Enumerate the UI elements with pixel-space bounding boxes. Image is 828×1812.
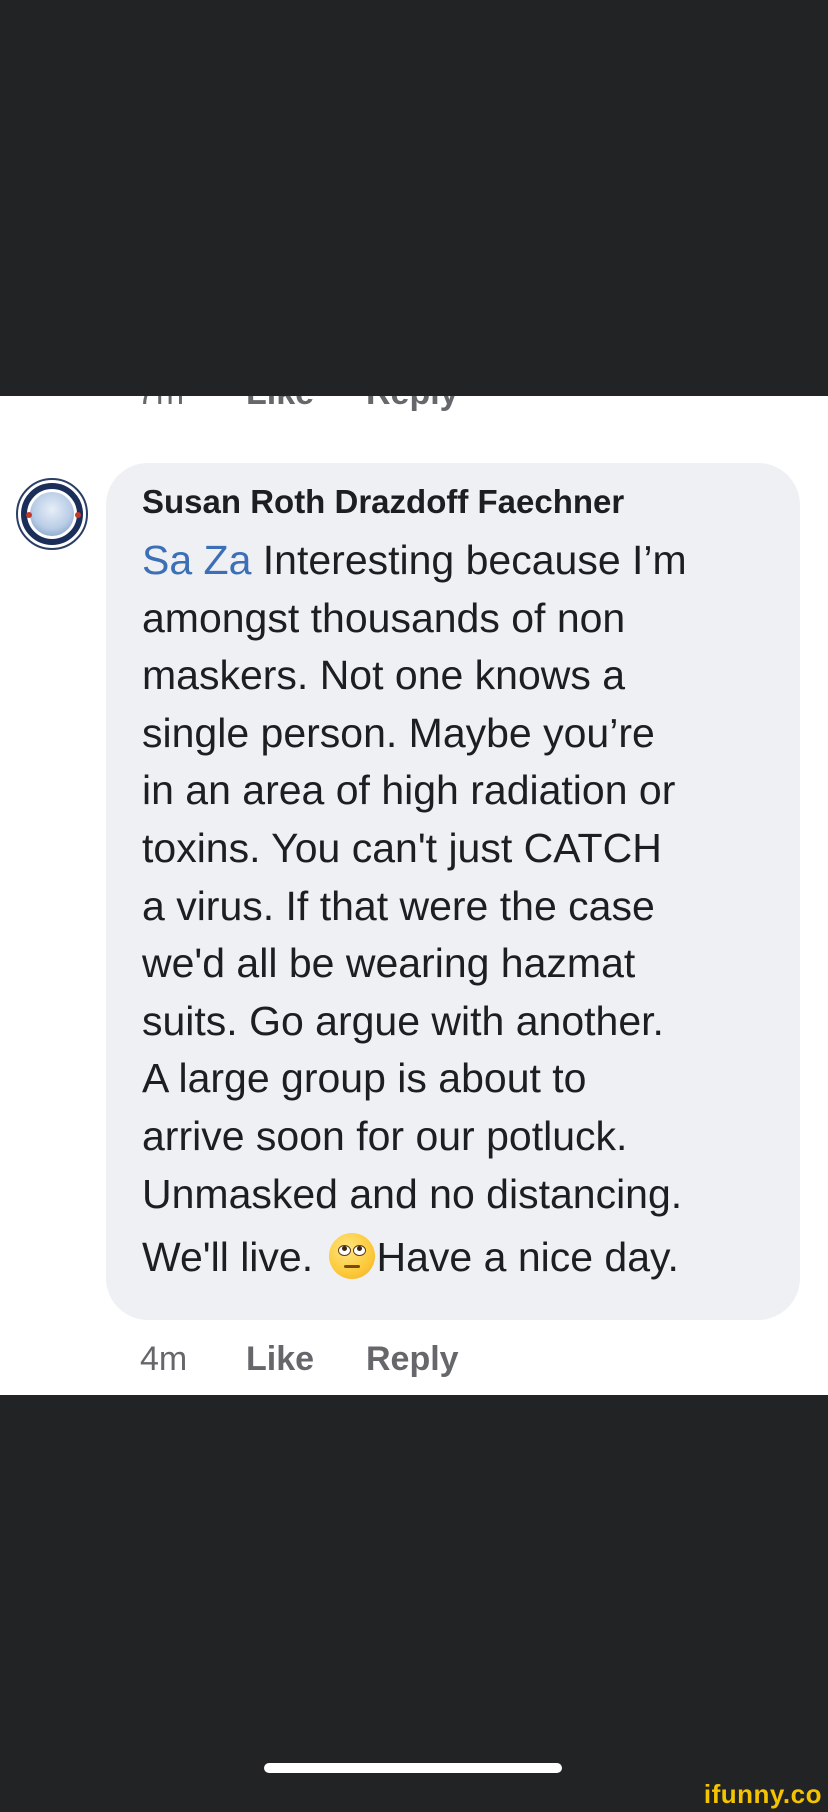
reply-button[interactable]: Reply <box>366 1340 459 1379</box>
comment-line: maskers. Not one knows a <box>142 652 626 699</box>
comment-line: Unmasked and no distancing. <box>142 1170 683 1217</box>
comment-line: We'll live. Have a nice day. <box>142 1233 679 1281</box>
comment-line: amongst thousands of non <box>142 594 626 641</box>
avatar[interactable] <box>16 478 88 550</box>
previous-reply-button[interactable]: Reply <box>366 396 459 413</box>
face-with-rolling-eyes-icon <box>328 1233 375 1280</box>
comment-author[interactable]: Susan Roth Drazdoff Faechner <box>142 483 624 521</box>
previous-comment-time: 7m <box>137 396 184 413</box>
comment-text: Sa Za Interesting because I’m amongst th… <box>142 532 782 1287</box>
comment-line: Sa Za Interesting because I’m <box>142 537 687 583</box>
mention-link[interactable]: Sa Za <box>142 537 251 583</box>
comment-time: 4m <box>140 1340 188 1378</box>
watermark-logo: ifunny.co <box>703 1779 822 1809</box>
avatar-photo <box>30 492 74 536</box>
comment-line: a virus. If that were the case <box>142 882 655 929</box>
bottom-dark-band <box>0 1395 828 1812</box>
like-button[interactable]: Like <box>246 1340 314 1379</box>
previous-like-button[interactable]: Like <box>246 396 314 413</box>
comment-line: suits. Go argue with another. <box>142 997 664 1044</box>
comment-panel: 7m Like Reply Susan Roth Drazdoff Faechn… <box>0 396 828 1395</box>
comment-bubble: Susan Roth Drazdoff Faechner Sa Za Inter… <box>106 463 800 1320</box>
comment-line: A large group is about to <box>142 1055 587 1102</box>
comment-actions: 4m Like Reply <box>0 1340 828 1382</box>
comment-line: in an area of high radiation or <box>142 767 676 814</box>
comment-line: we'd all be wearing hazmat <box>142 940 636 987</box>
comment-line: single person. Maybe you’re <box>142 709 655 756</box>
top-dark-band <box>0 0 828 396</box>
avatar-star-icon <box>75 512 81 518</box>
comment-line: toxins. You can't just CATCH <box>142 824 662 871</box>
home-indicator[interactable] <box>264 1763 562 1773</box>
avatar-star-icon <box>26 512 32 518</box>
comment-line: arrive soon for our potluck. <box>142 1112 628 1159</box>
previous-comment-actions: 7m Like Reply <box>0 396 828 414</box>
